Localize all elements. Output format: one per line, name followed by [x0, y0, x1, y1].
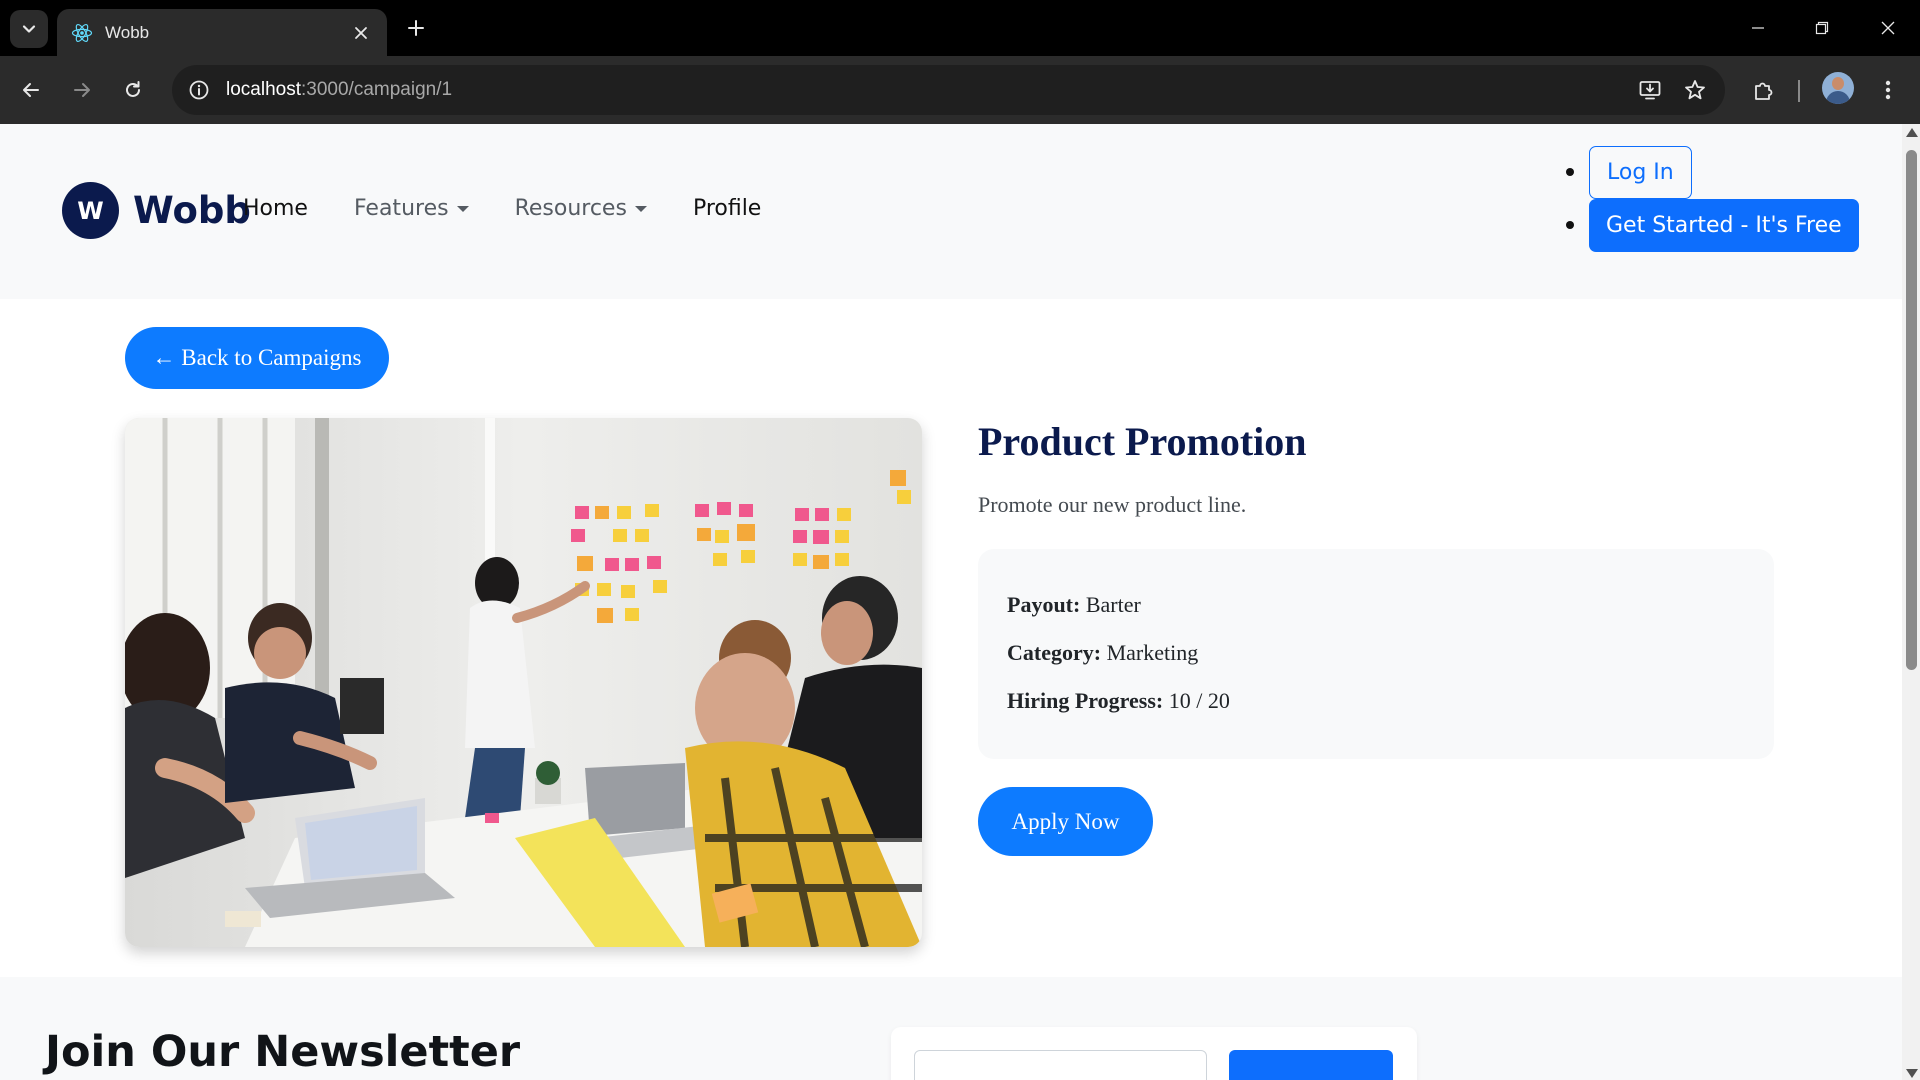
close-window-button[interactable] — [1868, 10, 1908, 46]
brand-name: Wobb — [133, 189, 251, 232]
menu-button[interactable] — [1868, 70, 1908, 110]
browser-tab[interactable]: Wobb — [57, 9, 387, 56]
hiring-progress-value: 10 / 20 — [1168, 688, 1230, 713]
kebab-menu-icon — [1885, 80, 1891, 100]
campaign-details-card: Payout: Barter Category: Marketing Hirin… — [978, 549, 1774, 759]
extensions-button[interactable] — [1744, 70, 1784, 110]
back-to-campaigns-button[interactable]: ← Back to Campaigns — [125, 327, 389, 389]
get-started-button[interactable]: Get Started - It's Free — [1589, 199, 1859, 252]
bullet-icon — [1566, 221, 1574, 229]
minimize-icon — [1752, 27, 1764, 29]
payout-row: Payout: Barter — [1007, 592, 1141, 618]
page-scrollbar[interactable] — [1902, 124, 1920, 1080]
restore-icon — [1815, 21, 1829, 35]
bullet-icon — [1566, 168, 1574, 176]
back-nav-button[interactable] — [11, 70, 51, 110]
category-label: Category: — [1007, 640, 1102, 665]
url-text: localhost:3000/campaign/1 — [226, 79, 452, 101]
nav-home-label: Home — [243, 196, 308, 221]
browser-toolbar: localhost:3000/campaign/1 — [0, 56, 1920, 124]
restore-button[interactable] — [1802, 10, 1842, 46]
caret-down-icon — [634, 205, 647, 212]
reload-button[interactable] — [113, 70, 153, 110]
puzzle-icon — [1755, 82, 1773, 100]
hiring-progress-row: Hiring Progress: 10 / 20 — [1007, 688, 1230, 714]
subscribe-button[interactable] — [1229, 1050, 1393, 1080]
caret-down-icon — [456, 205, 469, 212]
scroll-down-arrow-icon[interactable] — [1906, 1069, 1918, 1078]
react-icon — [71, 22, 93, 44]
plus-icon — [408, 20, 424, 36]
nav-features-label: Features — [353, 196, 449, 221]
chevron-down-icon — [22, 25, 36, 33]
minimize-button[interactable] — [1738, 10, 1778, 46]
main-nav: Home Features Resources Profile — [243, 196, 807, 221]
login-button[interactable]: Log In — [1589, 146, 1692, 199]
brand-link[interactable]: W Wobb — [62, 182, 251, 239]
url-path: :3000/campaign/1 — [301, 79, 453, 100]
tab-search-button[interactable] — [10, 10, 48, 48]
browser-tabstrip: Wobb — [0, 0, 1920, 56]
profile-avatar[interactable] — [1822, 72, 1854, 104]
newsletter-email-input[interactable] — [914, 1050, 1207, 1080]
nav-features[interactable]: Features — [354, 196, 469, 221]
newsletter-form — [891, 1027, 1417, 1080]
campaign-description: Promote our new product line. — [978, 492, 1247, 517]
star-icon[interactable] — [1679, 74, 1711, 106]
newsletter-title: Join Our Newsletter — [45, 1027, 521, 1077]
campaign-title: Product Promotion — [978, 419, 1307, 464]
toolbar-divider — [1798, 80, 1800, 102]
nav-profile[interactable]: Profile — [693, 196, 761, 221]
nav-resources-label: Resources — [514, 196, 627, 221]
scroll-thumb[interactable] — [1906, 150, 1917, 670]
nav-resources[interactable]: Resources — [515, 196, 647, 221]
newsletter-section: Join Our Newsletter — [0, 977, 1902, 1080]
forward-nav-button[interactable] — [62, 70, 102, 110]
brand-logo: W — [62, 182, 119, 239]
apply-now-button[interactable]: Apply Now — [978, 787, 1153, 856]
arrow-left-icon — [23, 83, 39, 97]
tab-title: Wobb — [105, 22, 150, 42]
category-row: Category: Marketing — [1007, 640, 1198, 666]
install-icon[interactable] — [1634, 74, 1666, 106]
info-icon[interactable] — [184, 75, 214, 105]
nav-home[interactable]: Home — [243, 196, 308, 221]
new-tab-button[interactable] — [400, 12, 432, 44]
payout-label: Payout: — [1007, 592, 1081, 617]
nav-profile-label: Profile — [692, 196, 762, 221]
hiring-progress-label: Hiring Progress: — [1007, 688, 1164, 713]
page-viewport: W Wobb Home Features Resources Profile L… — [0, 124, 1920, 1080]
campaign-image — [125, 418, 922, 947]
close-icon — [1881, 21, 1895, 35]
url-host: localhost — [226, 79, 301, 100]
close-tab-icon[interactable] — [349, 21, 373, 45]
category-value: Marketing — [1106, 640, 1199, 665]
address-bar[interactable]: localhost:3000/campaign/1 — [172, 65, 1725, 115]
arrow-right-icon — [74, 83, 90, 97]
site-header: W Wobb Home Features Resources Profile L… — [0, 124, 1902, 299]
reload-icon — [126, 81, 140, 97]
payout-value: Barter — [1085, 592, 1141, 617]
scroll-up-arrow-icon[interactable] — [1906, 128, 1918, 137]
